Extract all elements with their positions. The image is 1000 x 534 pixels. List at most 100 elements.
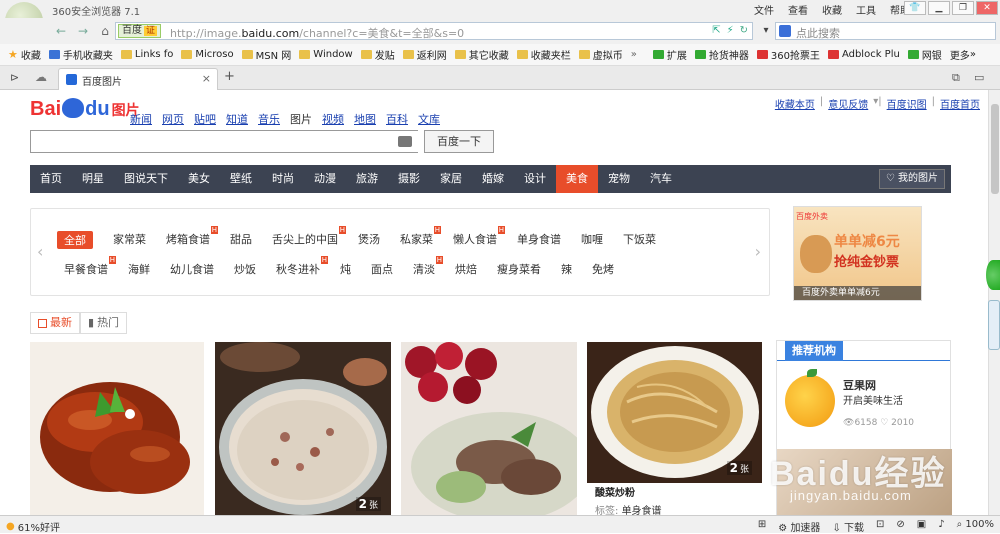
tag-item[interactable]: 免烤 (592, 261, 614, 277)
link-bookmark[interactable]: 收藏本页 (775, 96, 815, 111)
forward-button[interactable]: → (74, 23, 92, 39)
tag-item[interactable]: 甜品 (230, 231, 252, 249)
cat-wedding[interactable]: 婚嫁 (472, 165, 514, 193)
home-button[interactable]: ⌂ (96, 23, 114, 39)
cat-wallpaper[interactable]: 壁纸 (220, 165, 262, 193)
bookmark-rebate[interactable]: 返利网 (402, 47, 447, 62)
new-tab-button[interactable]: + (224, 69, 235, 84)
next-arrow-icon[interactable]: › (755, 242, 761, 261)
cat-pets[interactable]: 宠物 (598, 165, 640, 193)
bookmark-other[interactable]: 其它收藏 (454, 47, 509, 62)
scroll-thumb[interactable] (991, 104, 999, 194)
tab-baidu-images[interactable]: 百度图片 × (58, 68, 218, 90)
url-text[interactable]: http://image.baidu.com/channel?c=美食&t=全部… (170, 25, 464, 41)
cat-food[interactable]: 美食 (556, 165, 598, 193)
search-box[interactable]: 点此搜索 (775, 22, 996, 40)
menu-tools[interactable]: 工具 (856, 2, 876, 17)
baidu-images-logo[interactable]: Bai du 图片 (30, 98, 140, 121)
menu-file[interactable]: 文件 (754, 2, 774, 17)
channel-wenku[interactable]: 文库 (418, 111, 440, 127)
tag-link[interactable]: 单身食谱 (622, 506, 662, 515)
tag-item[interactable]: 下饭菜 (623, 231, 656, 249)
search-button[interactable]: 百度一下 (424, 130, 494, 153)
side-float-icon[interactable] (986, 260, 1000, 290)
cat-travel[interactable]: 旅游 (346, 165, 388, 193)
maximize-icon[interactable]: ❐ (952, 1, 974, 15)
channel-video[interactable]: 视频 (322, 111, 344, 127)
tag-item[interactable]: 单身食谱 (517, 231, 561, 249)
close-icon[interactable]: ✕ (976, 1, 998, 15)
zoom-control[interactable]: ⌕ 100% (957, 519, 994, 534)
cat-home-deco[interactable]: 家居 (430, 165, 472, 193)
tag-item[interactable]: 瘦身菜肴 (497, 261, 541, 277)
cat-star[interactable]: 明星 (72, 165, 114, 193)
my-images-button[interactable]: ♡ 我的图片 (878, 169, 945, 189)
bookmark-mobile[interactable]: 手机收藏夹 (48, 47, 113, 62)
refresh-icon[interactable]: ↻ (740, 25, 748, 36)
status-icon-1[interactable]: ⊞ (758, 519, 766, 534)
tag-item[interactable]: 烘焙 (455, 261, 477, 277)
restore-tab-icon[interactable]: ⧉ (952, 71, 960, 85)
camera-icon[interactable] (398, 136, 412, 147)
rating-status[interactable]: ● 61%好评 (6, 519, 60, 534)
ext-extensions[interactable]: 扩展 (652, 47, 687, 62)
ext-ticket[interactable]: 360抢票王 (756, 47, 820, 62)
screenshot-icon[interactable]: ⊡ (876, 519, 884, 534)
tab-close-icon[interactable]: × (202, 72, 211, 85)
org-name[interactable]: 豆果网 (843, 377, 876, 393)
photo-duck-soup[interactable] (401, 342, 577, 515)
speed-mode-icon[interactable]: ⚡ (727, 25, 734, 36)
photo-noodles[interactable]: 2张 (587, 342, 762, 483)
channel-baike[interactable]: 百科 (386, 111, 408, 127)
ext-more[interactable]: 更多» (950, 47, 976, 62)
download-button[interactable]: ⇩ 下载 (832, 519, 864, 534)
tag-item[interactable]: 清淡 H (413, 256, 443, 277)
tag-item[interactable]: 私家菜 H (400, 226, 441, 249)
accelerator-button[interactable]: ⚙ 加速器 (778, 519, 820, 534)
cat-fashion[interactable]: 时尚 (262, 165, 304, 193)
theme-icon[interactable]: ▣ (917, 519, 926, 534)
tag-item[interactable]: 辣 (561, 261, 572, 277)
bookmark-microsoft[interactable]: Microso (181, 49, 234, 60)
cat-photo[interactable]: 摄影 (388, 165, 430, 193)
bookmark-post[interactable]: 发贴 (360, 47, 395, 62)
link-feedback[interactable]: 意见反馈 (828, 96, 868, 111)
dropdown-icon[interactable]: ▾ (757, 23, 775, 39)
bookmark-more-chevron[interactable]: » (631, 49, 637, 60)
bookmark-crypto[interactable]: 虚拟币 (578, 47, 623, 62)
volume-icon[interactable]: ♪ (938, 519, 944, 534)
bookmark-msn[interactable]: MSN 网 (241, 47, 291, 62)
tag-item[interactable]: 幼儿食谱 (170, 261, 214, 277)
engine-badge[interactable]: 百度证 (118, 24, 162, 38)
link-baidu-home[interactable]: 百度首页 (940, 96, 980, 111)
sidebar-toggle-icon[interactable]: ⊳ (10, 71, 19, 84)
image-search-input[interactable] (30, 130, 418, 153)
side-toolbar-icon[interactable] (988, 300, 1000, 350)
prev-arrow-icon[interactable]: ‹ (37, 242, 43, 261)
ext-bank[interactable]: 网银 (907, 47, 942, 62)
cloud-icon[interactable]: ☁ (35, 70, 47, 84)
tag-item[interactable]: 面点 (371, 261, 393, 277)
ad-banner[interactable]: 百度外卖 单单减6元 抢纯金钞票 百度外卖单单减6元 (793, 206, 922, 301)
bookmark-favbar[interactable]: 收藏夹栏 (516, 47, 571, 62)
back-button[interactable]: ← (52, 23, 70, 39)
cat-design[interactable]: 设计 (514, 165, 556, 193)
cat-beauty[interactable]: 美女 (178, 165, 220, 193)
menu-view[interactable]: 查看 (788, 2, 808, 17)
tag-item[interactable]: 早餐食谱 H (64, 256, 116, 277)
channel-web[interactable]: 网页 (162, 111, 184, 127)
tab-menu-icon[interactable]: ▭ (974, 71, 984, 84)
photo-porridge[interactable]: 2张 (215, 342, 391, 515)
tag-item[interactable]: 炖 (340, 261, 351, 277)
tag-item[interactable]: 舌尖上的中国 H (272, 226, 346, 249)
skin-icon[interactable]: 👕 (904, 1, 926, 15)
bookmark-favorites[interactable]: ★ 收藏 (8, 47, 41, 62)
channel-tieba[interactable]: 贴吧 (194, 111, 216, 127)
menu-favorites[interactable]: 收藏 (822, 2, 842, 17)
tag-item[interactable]: 海鲜 (128, 261, 150, 277)
ext-adblock[interactable]: Adblock Plu (827, 49, 900, 60)
link-shitu[interactable]: 百度识图 (887, 96, 927, 111)
channel-zhidao[interactable]: 知道 (226, 111, 248, 127)
sort-hot[interactable]: ▮ 热门 (80, 312, 128, 334)
share-icon[interactable]: ⇱ (712, 25, 720, 36)
